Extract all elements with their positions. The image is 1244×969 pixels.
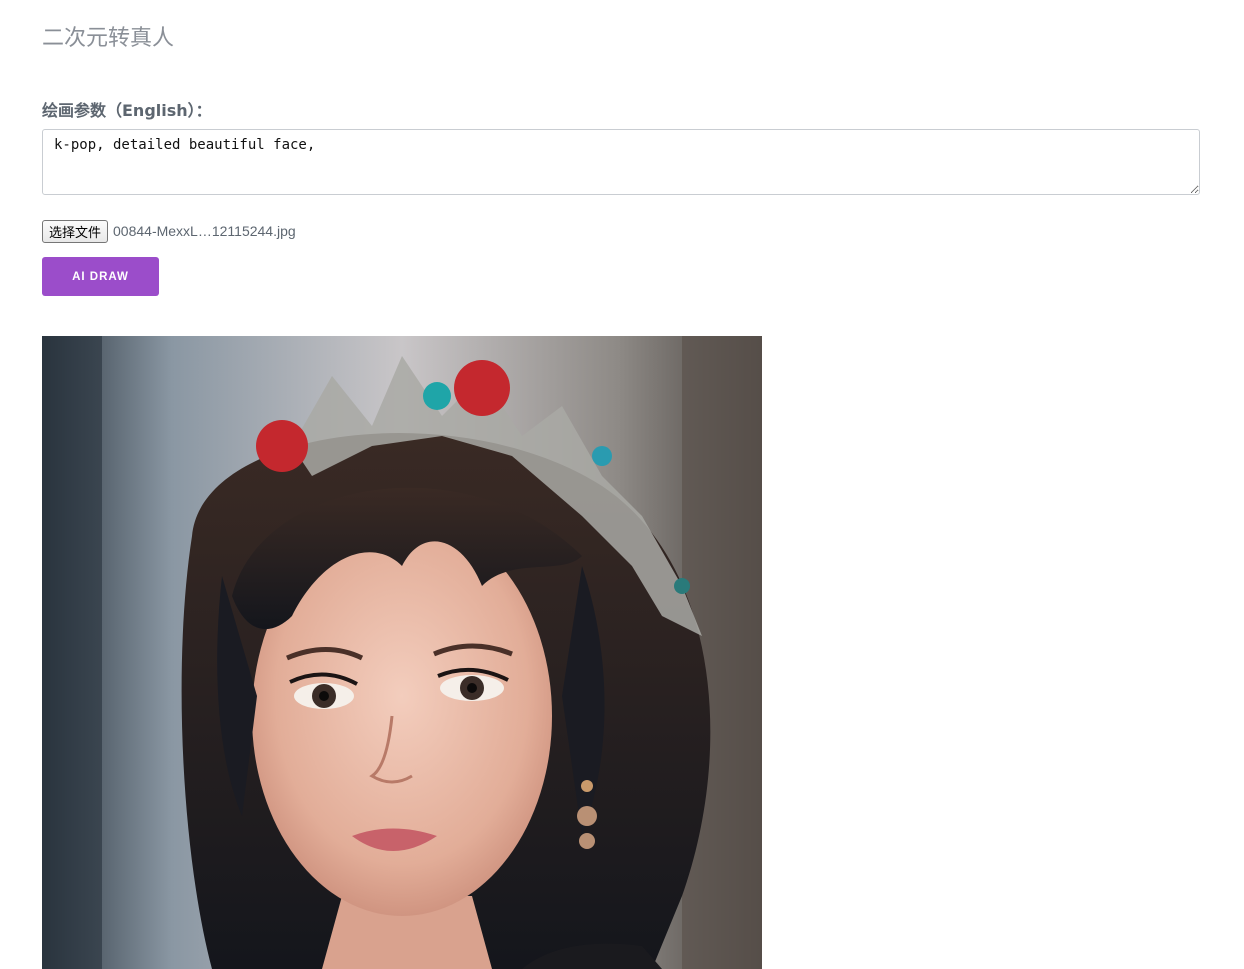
prompt-textarea[interactable]: k-pop, detailed beautiful face, (42, 129, 1200, 195)
result-image (42, 336, 762, 969)
selected-file-name: 00844-MexxL…12115244.jpg (113, 223, 296, 239)
choose-file-button[interactable]: 选择文件 (42, 219, 109, 243)
page: 二次元转真人 绘画参数（English）： k-pop, detailed be… (0, 0, 1244, 969)
ai-draw-button[interactable]: AI DRAW (42, 257, 159, 296)
page-title: 二次元转真人 (42, 26, 175, 51)
prompt-label: 绘画参数（English）： (42, 101, 212, 120)
portrait-illustration (42, 336, 762, 969)
file-picker: 选择文件 00844-MexxL…12115244.jpg (42, 219, 296, 243)
